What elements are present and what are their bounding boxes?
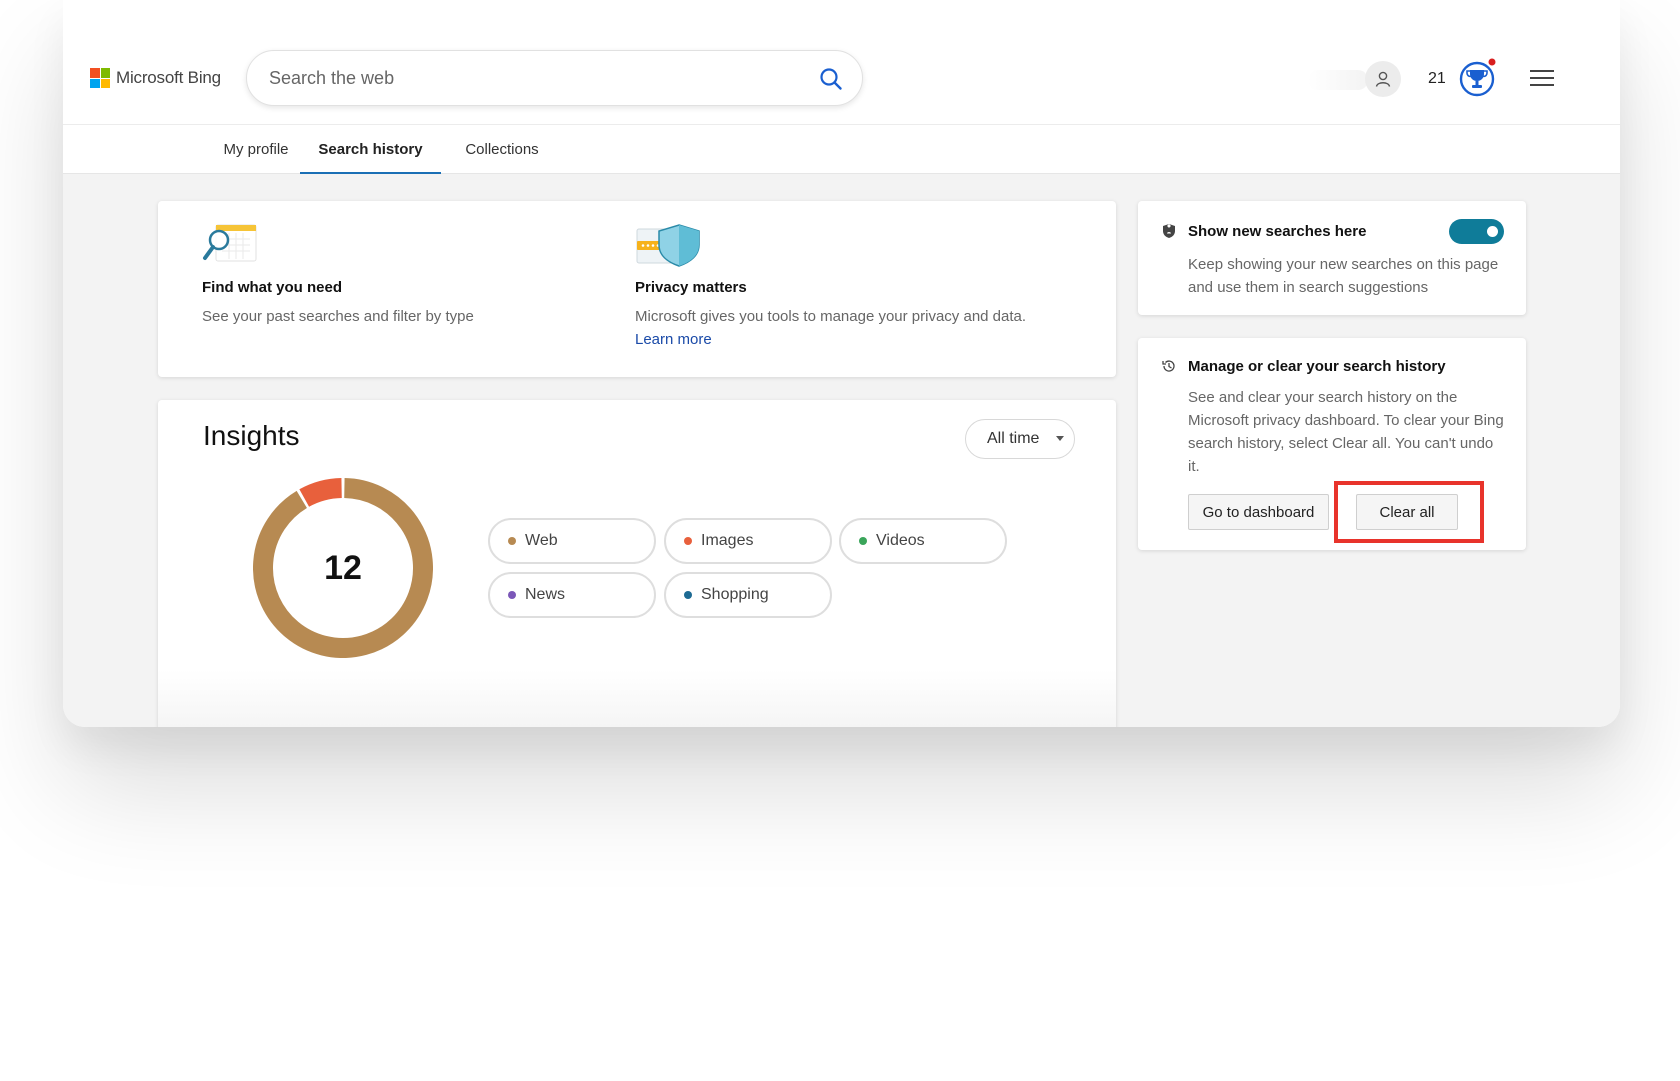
privacy-title: Privacy matters (635, 279, 747, 296)
insights-title: Insights (203, 420, 300, 451)
privacy-desc-text: Microsoft gives you tools to manage your… (635, 308, 1027, 325)
rewards-trophy-icon[interactable] (1457, 58, 1497, 98)
find-title: Find what you need (202, 279, 343, 296)
account-name-placeholder (1308, 70, 1368, 90)
toggle-knob (1487, 226, 1498, 237)
search-history-illustration-icon (203, 224, 257, 262)
chevron-down-icon (1056, 436, 1064, 441)
tab-collections[interactable]: Collections (452, 125, 552, 174)
logo-text: Microsoft Bing (116, 68, 221, 87)
manage-history-description: See and clear your search history on the… (1188, 389, 1504, 475)
filter-label: Videos (876, 532, 925, 549)
manage-history-title: Manage or clear your search history (1188, 358, 1446, 375)
filter-label: Web (525, 532, 558, 549)
learn-more-link[interactable]: Learn more (635, 331, 712, 348)
hamburger-menu-icon[interactable] (1529, 68, 1555, 88)
microsoft-logo-icon (90, 68, 110, 88)
rewards-points[interactable]: 21 (1428, 70, 1446, 88)
filter-label: News (525, 586, 566, 603)
filter-label: Shopping (701, 586, 769, 603)
show-new-searches-description: Keep showing your new searches on this p… (1188, 256, 1499, 296)
shopping-dot (684, 591, 692, 599)
privacy-feature: Privacy matters Microsoft gives you tool… (635, 279, 1075, 351)
clear-all-button[interactable]: Clear all (1356, 494, 1458, 530)
search-input[interactable] (269, 51, 789, 105)
news-dot (508, 591, 516, 599)
intro-card: Find what you need See your past searche… (158, 201, 1116, 377)
find-description: See your past searches and filter by typ… (202, 308, 474, 325)
filter-chip-news[interactable]: News (488, 572, 656, 618)
filter-label: Images (701, 532, 754, 549)
search-box (246, 50, 863, 106)
avatar[interactable] (1365, 61, 1401, 97)
insights-card: Insights All time 12 Web Images Videos N… (158, 400, 1116, 727)
privacy-description: Microsoft gives you tools to manage your… (635, 305, 1075, 351)
tab-my-profile[interactable]: My profile (211, 125, 301, 174)
tab-search-history[interactable]: Search history (300, 125, 441, 175)
show-new-searches-toggle[interactable] (1449, 219, 1504, 244)
images-dot (684, 537, 692, 545)
videos-dot (859, 537, 867, 545)
find-feature: Find what you need See your past searche… (202, 279, 562, 328)
time-range-dropdown[interactable]: All time (965, 419, 1075, 459)
go-to-dashboard-button[interactable]: Go to dashboard (1188, 494, 1329, 530)
filter-chip-web[interactable]: Web (488, 518, 656, 564)
donut-center-count: 12 (324, 548, 362, 587)
time-range-value: All time (987, 430, 1040, 447)
person-icon (1375, 71, 1391, 87)
filter-chip-images[interactable]: Images (664, 518, 832, 564)
filter-chip-videos[interactable]: Videos (839, 518, 1007, 564)
history-icon (1162, 360, 1175, 372)
header: Microsoft Bing 21 (63, 0, 1620, 125)
bing-logo[interactable]: Microsoft Bing (90, 68, 221, 88)
privacy-shield-illustration-icon (636, 224, 700, 267)
show-new-searches-title: Show new searches here (1188, 223, 1367, 240)
web-dot (508, 537, 516, 545)
search-icon[interactable] (818, 66, 844, 92)
filter-chip-shopping[interactable]: Shopping (664, 572, 832, 618)
content-area: Find what you need See your past searche… (63, 174, 1620, 727)
show-new-searches-card: Show new searches here Keep showing your… (1138, 201, 1526, 315)
browser-window: Microsoft Bing 21 (63, 0, 1620, 727)
manage-history-card: Manage or clear your search history See … (1138, 338, 1526, 550)
shield-icon (1163, 224, 1175, 238)
tab-bar: My profile Search history Collections (63, 125, 1620, 175)
scroll-fade (158, 670, 1116, 727)
